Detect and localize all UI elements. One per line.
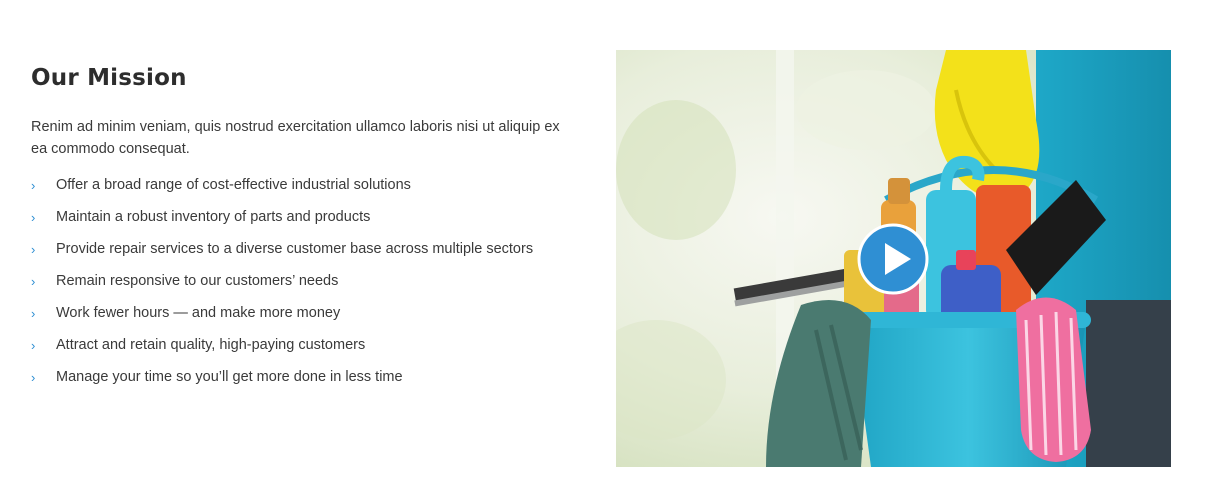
list-item: › Attract and retain quality, high-paying… xyxy=(31,337,591,369)
list-item: › Remain responsive to our customers’ nee… xyxy=(31,273,591,305)
mission-list: › Offer a broad range of cost-effective i… xyxy=(31,177,591,401)
chevron-right-icon: › xyxy=(31,242,36,257)
chevron-right-icon: › xyxy=(31,370,36,385)
chevron-right-icon: › xyxy=(31,210,36,225)
list-item: › Maintain a robust inventory of parts an… xyxy=(31,209,591,241)
intro-paragraph: Renim ad minim veniam, quis nostrud exer… xyxy=(31,119,560,157)
list-item-label: Provide repair services to a diverse cus… xyxy=(56,241,534,257)
mission-section: Our Mission Renim ad minim veniam, quis … xyxy=(0,0,1219,503)
mission-text-column: Our Mission Renim ad minim veniam, quis … xyxy=(31,60,591,401)
list-item: › Work fewer hours — and make more money xyxy=(31,305,591,337)
list-item-label: Remain responsive to our customers’ need… xyxy=(56,273,339,289)
chevron-right-icon: › xyxy=(31,338,36,353)
list-item-label: Offer a broad range of cost-effective in… xyxy=(56,177,411,193)
chevron-right-icon: › xyxy=(31,306,36,321)
list-item: › Provide repair services to a diverse cu… xyxy=(31,241,591,273)
list-item-label: Attract and retain quality, high-paying … xyxy=(56,337,366,353)
section-title: Our Mission xyxy=(31,65,187,91)
list-item-label: Manage your time so you’ll get more done… xyxy=(56,369,403,385)
list-item-label: Maintain a robust inventory of parts and… xyxy=(56,209,371,225)
chevron-right-icon: › xyxy=(31,178,36,193)
list-item-label: Work fewer hours — and make more money xyxy=(56,305,341,321)
list-item: › Offer a broad range of cost-effective i… xyxy=(31,177,591,209)
chevron-right-icon: › xyxy=(31,274,36,289)
play-icon[interactable] xyxy=(857,223,929,295)
list-item: › Manage your time so you’ll get more don… xyxy=(31,369,591,401)
